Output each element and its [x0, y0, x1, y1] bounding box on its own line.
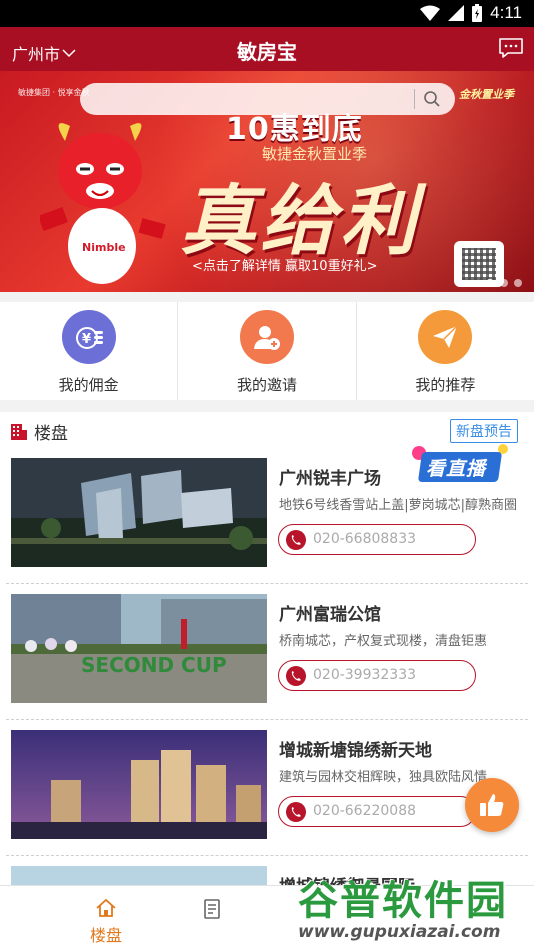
- svg-text:¥: ¥: [82, 332, 91, 347]
- home-icon: [96, 898, 116, 917]
- listing-item[interactable]: 增城新塘锦绣新天地 建筑与园林交相辉映，独具欧陆风情 020-66220088: [6, 720, 528, 856]
- status-icons: 4:11: [420, 3, 522, 23]
- status-time: 4:11: [490, 3, 522, 22]
- watermark-url: www.gupuxiazai.com: [298, 922, 501, 942]
- listing-desc: 桥南城芯，产权复式现楼，清盘钜惠: [279, 634, 488, 649]
- carousel-dot[interactable]: [486, 279, 494, 287]
- quick-label: 我的佣金: [58, 376, 119, 394]
- coin-icon: ¥: [61, 310, 116, 364]
- listing-desc: 地铁6号线香雪站上盖|萝岗城芯|醇熟商圈: [279, 498, 518, 513]
- listing-name: 广州富瑞公馆: [279, 605, 381, 625]
- section-header: 楼盘: [10, 419, 68, 444]
- add-user-icon: [239, 310, 294, 364]
- phone-number: 020-39932333: [313, 667, 417, 683]
- listing-item[interactable]: SECOND CUP 广州富瑞公馆 桥南城芯，产权复式现楼，清盘钜惠 020-3…: [6, 584, 528, 720]
- quick-menu: ¥ 我的佣金 我的邀请 我的推荐: [0, 302, 534, 400]
- listing-desc: 建筑与园林交相辉映，独具欧陆风情: [279, 770, 488, 785]
- phone-number: 020-66808833: [313, 531, 417, 547]
- carousel-dot[interactable]: [514, 279, 522, 287]
- search-icon[interactable]: [423, 90, 441, 108]
- quick-item-commission[interactable]: ¥ 我的佣金: [0, 302, 179, 400]
- call-button[interactable]: 020-66220088: [278, 796, 476, 827]
- quick-item-invitation[interactable]: 我的邀请: [178, 302, 357, 400]
- building-icon: [11, 423, 27, 440]
- paper-plane-icon: [418, 310, 473, 364]
- section-title: 楼盘: [34, 424, 68, 444]
- battery-icon: [472, 4, 483, 22]
- phone-icon: [286, 530, 306, 550]
- watermark-title: 谷普软件园: [298, 878, 508, 924]
- phone-icon: [286, 666, 306, 686]
- quick-label: 我的邀请: [236, 376, 297, 394]
- page-title: 敏房宝: [237, 40, 297, 64]
- listing-name: 广州锐丰广场: [279, 469, 381, 489]
- brand-logo-left: 敏捷集团 · 悦享金秋: [18, 88, 90, 97]
- promo-banner[interactable]: Nimble 敏捷集团 · 悦享金秋 金秋置业季 10惠到底 敏捷金秋置业季 真…: [0, 71, 534, 292]
- nav-item-records[interactable]: [152, 886, 272, 950]
- signal-icon: [448, 5, 465, 21]
- property-photo: [11, 458, 267, 567]
- app-header: 广州市 敏房宝: [0, 27, 534, 71]
- property-photo: [11, 730, 267, 839]
- new-preview-button[interactable]: 新盘预告: [450, 419, 518, 443]
- nav-item-listings[interactable]: 楼盘: [46, 886, 166, 950]
- property-photo: [11, 866, 267, 885]
- call-button[interactable]: 020-39932333: [278, 660, 476, 691]
- search-divider: [414, 89, 415, 109]
- thumbs-up-button[interactable]: [465, 778, 519, 832]
- banner-big-text: 真给利: [180, 176, 420, 265]
- phone-number: 020-66220088: [313, 803, 417, 819]
- listing-name: 增城新塘锦绣新天地: [279, 741, 432, 761]
- listing-item[interactable]: 广州锐丰广场 地铁6号线香雪站上盖|萝岗城芯|醇熟商圈 020-66808833: [6, 448, 528, 584]
- banner-cta: <点击了解详情 赢取10重好礼>: [192, 259, 378, 274]
- svg-text:Nimble: Nimble: [82, 241, 126, 254]
- phone-icon: [286, 802, 306, 822]
- nav-label: 楼盘: [89, 926, 122, 945]
- document-icon: [204, 899, 220, 919]
- brand-logo-right: 金秋置业季: [459, 88, 514, 101]
- wifi-icon: [420, 5, 441, 21]
- listing-section: 楼盘 新盘预告 看直播 广州锐丰广场 地铁6号线香雪站上盖|萝岗城芯|醇熟商圈 …: [0, 412, 534, 885]
- carousel-dots: [486, 279, 522, 287]
- mascot-illustration: Nimble: [40, 123, 166, 284]
- call-button[interactable]: 020-66808833: [278, 524, 476, 555]
- banner-headline: 10惠到底: [226, 112, 363, 147]
- carousel-dot[interactable]: [500, 279, 508, 287]
- quick-label: 我的推荐: [415, 376, 476, 394]
- thumbs-up-icon: [480, 794, 504, 816]
- quick-item-referral[interactable]: 我的推荐: [357, 302, 534, 400]
- status-bar: 4:11: [0, 0, 534, 27]
- watermark: 谷普软件园 www.gupuxiazai.com: [292, 866, 532, 948]
- property-photo: SECOND CUP: [11, 594, 267, 703]
- svg-text:SECOND CUP: SECOND CUP: [81, 653, 227, 677]
- message-icon[interactable]: [498, 37, 524, 59]
